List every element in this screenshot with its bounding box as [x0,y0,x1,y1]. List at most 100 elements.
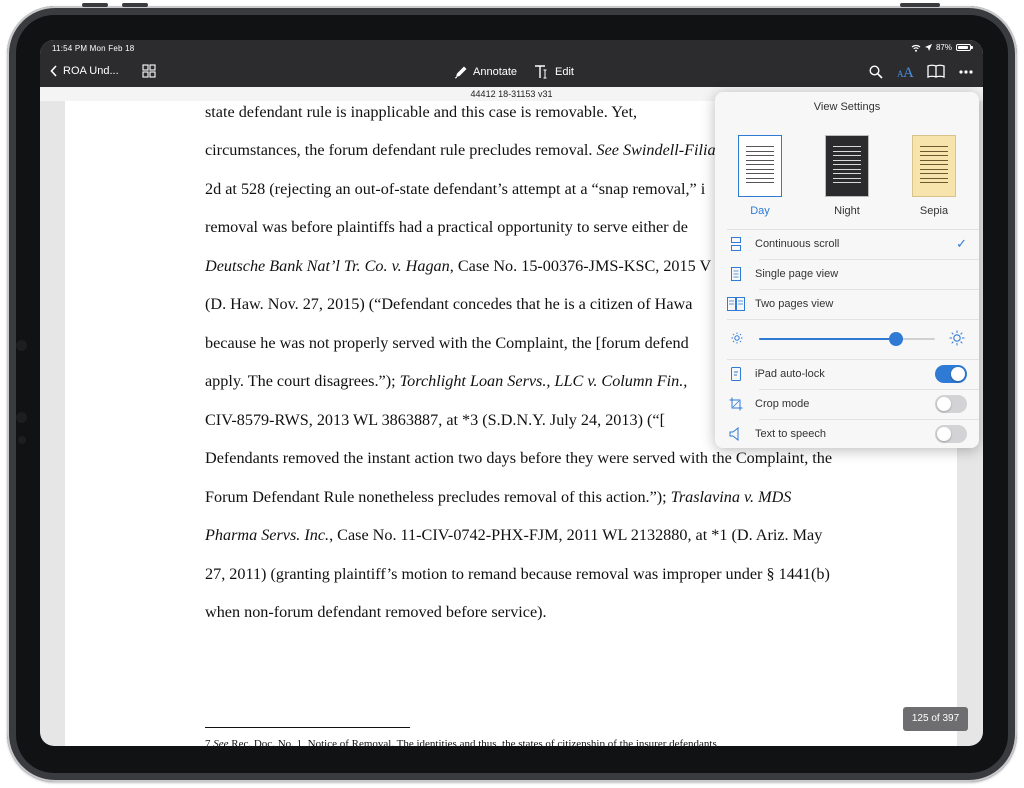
swatch-line [746,182,774,183]
text-run: , Case No. 11-CIV-0742-PHX-FJM, 2011 WL … [329,526,823,544]
camera-dot [16,412,27,423]
text-run: See Swindell-Filia [596,141,716,159]
text-to-speech-toggle-row[interactable]: Text to speech [715,419,979,448]
top-button [122,3,148,7]
auto-lock-icon [727,366,745,382]
option-label: Two pages view [755,298,834,310]
auto-lock-toggle[interactable] [935,365,967,383]
thumbnails-button[interactable] [142,64,156,78]
swatch-line [920,164,948,165]
brightness-slider-fill [759,338,897,340]
search-button[interactable] [869,65,883,79]
theme-night[interactable]: Night [812,135,882,217]
battery-percent: 87% [935,43,952,52]
brightness-slider-knob[interactable] [889,332,904,346]
swatch-line [746,177,774,179]
swatch-line [746,155,774,156]
annotate-label: Annotate [473,66,518,78]
document-title: ROA Und... [63,65,119,77]
text-run: CIV-8579-RWS, 2013 WL 3863887, at *3 (S.… [205,411,665,429]
crop-mode-toggle[interactable] [935,395,967,413]
swatch-line [920,146,948,147]
battery-icon [956,44,973,51]
back-button[interactable]: ROA Und... [50,65,119,77]
view-settings-popover: View Settings Day Night Sepia Continuous… [715,92,979,448]
reading-mode-button[interactable] [927,64,945,78]
swatch-line [746,173,774,174]
swatch-line [833,177,861,179]
document-line: Defendants removed the instant action tw… [205,449,832,468]
text-run: state defendant rule is inapplicable and… [205,103,637,121]
single-page-icon [727,266,745,282]
status-right: 87% [911,43,973,52]
text-run: Defendants removed the instant action tw… [205,449,833,467]
document-line: apply. The court disagrees.”); Torchligh… [205,372,687,391]
search-icon [869,65,883,79]
document-line: Deutsche Bank Nat’l Tr. Co. v. Hagan, Ca… [205,257,711,276]
text-run: (D. Haw. Nov. 27, 2015) (“Defendant conc… [205,295,693,313]
swatch-line [920,173,948,174]
text-run: Deutsche Bank Nat’l Tr. Co. v. Hagan [205,257,450,275]
swatch-line [920,177,948,179]
theme-sepia[interactable]: Sepia [899,135,969,217]
annotate-button[interactable]: Annotate [454,65,517,79]
page-counter: 125 of 397 [903,707,968,731]
book-icon [927,64,945,78]
text-run: Traslavina v. MDS [670,488,792,506]
text-cursor-icon [535,65,547,79]
wifi-icon [911,44,921,52]
day-theme-swatch [738,135,782,197]
camera-dot [16,340,27,351]
text-run: removal was before plaintiffs had a prac… [205,218,688,236]
two-pages-option[interactable]: Two pages view [715,289,979,319]
edit-button[interactable]: Edit [534,64,574,80]
brightness-high-icon [949,330,965,346]
chevron-left-icon [50,65,57,77]
swatch-line [833,159,861,161]
svg-text:A: A [903,65,914,79]
toggle-label: Crop mode [755,398,810,410]
theme-label: Sepia [919,205,949,217]
view-settings-button[interactable]: AA [897,63,917,79]
document-line: 27, 2011) (granting plaintiff’s motion t… [205,565,830,584]
swatch-line [920,168,948,170]
checkmark-icon: ✓ [956,236,967,251]
swatch-line [920,159,948,161]
document-line: Pharma Servs. Inc., Case No. 11-CIV-0742… [205,526,822,545]
swatch-line [833,173,861,174]
swatch-line [833,164,861,165]
text-size-icon: AA [897,65,914,79]
swatch-line [833,150,861,152]
text-run: 27, 2011) (granting plaintiff’s motion t… [205,565,830,583]
footnote-divider [205,727,410,728]
two-pages-icon [727,296,745,312]
toggle-label: Text to speech [755,428,826,440]
document-line: state defendant rule is inapplicable and… [205,103,637,122]
location-icon [924,44,932,51]
footnote-run: 7 [205,738,214,746]
swatch-line [746,168,774,170]
continuous-scroll-option[interactable]: Continuous scroll ✓ [715,229,979,259]
theme-day[interactable]: Day [725,135,795,217]
theme-label: Day [750,205,770,217]
text-to-speech-toggle[interactable] [935,425,967,443]
night-theme-swatch [825,135,869,197]
swatch-line [746,159,774,161]
footnote: 7 See Rec. Doc. No. 1, Notice of Removal… [205,738,720,746]
brightness-slider[interactable] [759,332,935,346]
swatch-line [920,155,948,156]
single-page-option[interactable]: Single page view [715,259,979,289]
power-button [900,3,940,7]
document-line: because he was not properly served with … [205,334,689,353]
footnote-run: Rec. Doc. No. 1, Notice of Removal. The … [228,738,720,746]
speaker-icon [727,426,745,442]
swatch-line [833,168,861,170]
grid-icon [142,64,156,78]
more-button[interactable] [959,70,973,74]
text-run: 2d at 528 (rejecting an out-of-state def… [205,180,706,198]
text-run: apply. The court disagrees.”); [205,372,400,390]
auto-lock-toggle-row[interactable]: iPad auto-lock [715,359,979,389]
text-run: because he was not properly served with … [205,334,689,352]
popover-title: View Settings [813,101,881,113]
crop-mode-toggle-row[interactable]: Crop mode [715,389,979,419]
